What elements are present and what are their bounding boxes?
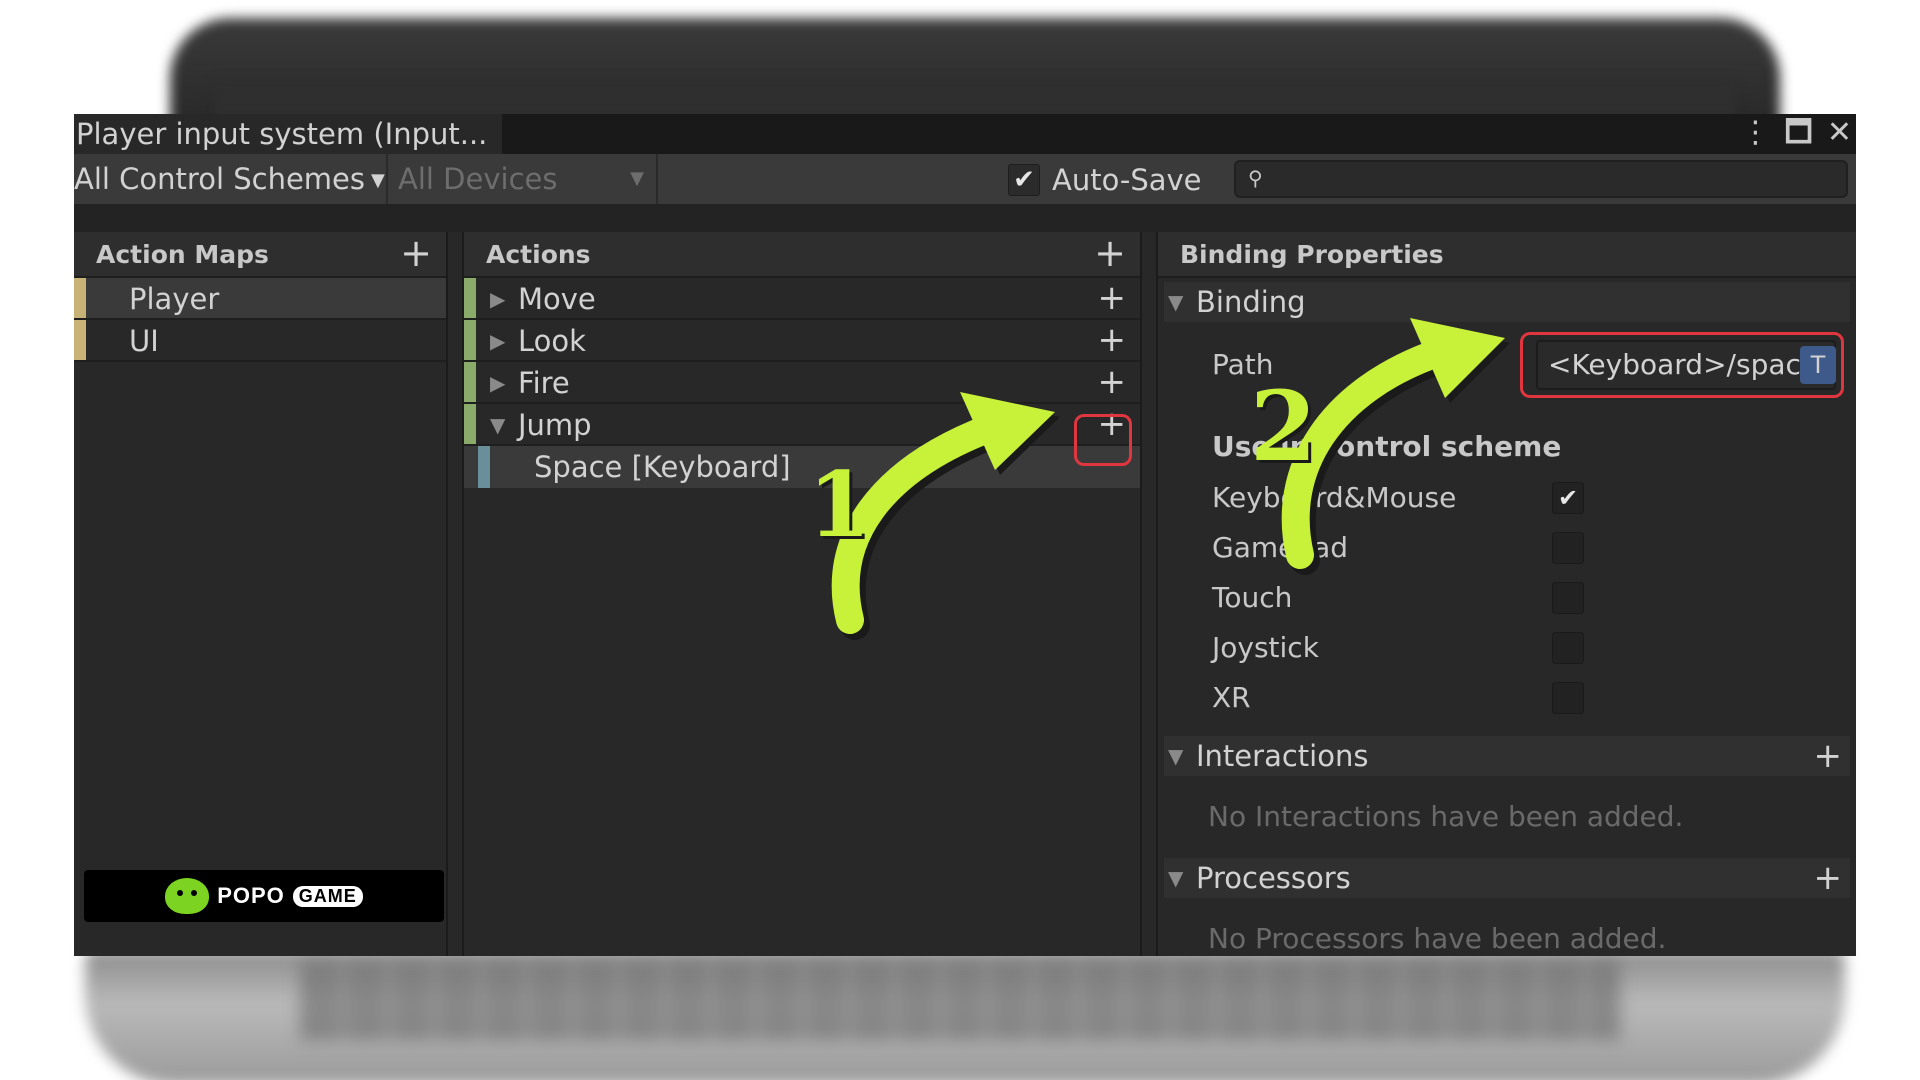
window-controls: ⋮ 🗖 ✕ <box>1740 116 1852 150</box>
binding-properties-title: Binding Properties <box>1180 240 1444 269</box>
chevron-down-icon: ▼ <box>371 170 385 191</box>
more-options-icon[interactable]: ⋮ <box>1740 116 1770 150</box>
interactions-section-header[interactable]: ▼ Interactions + <box>1164 736 1850 776</box>
scheme-label: Gamepad <box>1212 531 1349 564</box>
step-number-2: 2 <box>1250 370 1317 483</box>
action-item-jump[interactable]: ▼ Jump + <box>464 404 1140 446</box>
binding-label: Space [Keyboard] <box>534 450 791 484</box>
control-scheme-label: All Control Schemes <box>74 162 365 196</box>
input-actions-window: Player input system (Input... ⋮ 🗖 ✕ All … <box>74 114 1856 956</box>
actions-panel: Actions + ▶ Move + ▶ Look + ▶ Fire + ▼ J… <box>462 232 1142 956</box>
scheme-checkbox[interactable]: ✔ <box>1552 482 1584 514</box>
processors-section-label: Processors <box>1196 861 1351 895</box>
actions-title: Actions <box>486 240 591 269</box>
action-label: Jump <box>518 408 592 442</box>
control-scheme-dropdown[interactable]: All Control Schemes ▼ <box>74 154 386 204</box>
scheme-joystick: Joystick <box>1212 628 1612 668</box>
chevron-down-icon: ▼ <box>630 168 644 189</box>
add-binding-button[interactable]: + <box>1098 278 1127 318</box>
scheme-label: Touch <box>1212 581 1293 614</box>
action-maps-header: Action Maps + <box>74 232 446 278</box>
action-item-fire[interactable]: ▶ Fire + <box>464 362 1140 404</box>
add-action-button[interactable]: + <box>1094 232 1126 274</box>
logo-brand-suffix: GAME <box>292 885 363 907</box>
action-label: Look <box>518 324 586 358</box>
binding-properties-header: Binding Properties <box>1158 232 1856 278</box>
devices-dropdown[interactable]: All Devices ▼ <box>386 154 658 204</box>
collapse-arrow-icon[interactable]: ▼ <box>490 404 505 446</box>
action-map-color-bar <box>74 278 86 318</box>
action-item-move[interactable]: ▶ Move + <box>464 278 1140 320</box>
action-maps-title: Action Maps <box>96 240 269 269</box>
action-color-bar <box>464 320 476 360</box>
binding-section-label: Binding <box>1196 285 1306 319</box>
expand-arrow-icon[interactable]: ▶ <box>490 362 505 404</box>
add-processor-button[interactable]: + <box>1814 858 1843 898</box>
close-icon[interactable]: ✕ <box>1827 116 1852 150</box>
popogame-logo: POPO GAME <box>84 870 444 922</box>
action-map-item[interactable]: UI <box>74 320 446 362</box>
collapse-arrow-icon: ▼ <box>1168 290 1184 314</box>
toolbar: All Control Schemes ▼ All Devices ▼ ✔ Auto… <box>74 154 1856 204</box>
expand-arrow-icon[interactable]: ▶ <box>490 278 505 320</box>
add-interaction-button[interactable]: + <box>1814 736 1843 776</box>
actions-header: Actions + <box>464 232 1140 278</box>
interactions-section-label: Interactions <box>1196 739 1369 773</box>
add-binding-button[interactable]: + <box>1098 320 1127 360</box>
title-bar: Player input system (Input... ⋮ 🗖 ✕ <box>74 114 1856 154</box>
collapse-arrow-icon: ▼ <box>1168 866 1184 890</box>
scheme-label: Joystick <box>1212 631 1319 664</box>
scheme-checkbox[interactable] <box>1552 532 1584 564</box>
interactions-empty-message: No Interactions have been added. <box>1208 800 1684 833</box>
add-binding-button[interactable]: + <box>1098 362 1127 402</box>
search-input[interactable]: ⚲ <box>1234 160 1848 198</box>
laptop-keyboard <box>300 960 1620 1040</box>
step-number-1: 1 <box>808 452 871 558</box>
binding-section-header[interactable]: ▼ Binding <box>1164 282 1850 322</box>
window-tab[interactable]: Player input system (Input... <box>74 114 502 154</box>
action-map-item[interactable]: Player <box>74 278 446 320</box>
scheme-keyboard-mouse: Keyboard&Mouse ✔ <box>1212 478 1612 518</box>
search-icon: ⚲ <box>1248 166 1263 190</box>
action-map-color-bar <box>74 320 86 360</box>
action-color-bar <box>464 404 476 444</box>
popogame-mascot-icon <box>165 878 210 914</box>
collapse-arrow-icon: ▼ <box>1168 744 1184 768</box>
scheme-checkbox[interactable] <box>1552 582 1584 614</box>
highlight-path-field <box>1520 332 1844 398</box>
action-color-bar <box>464 278 476 318</box>
laptop-bezel <box>215 78 1735 118</box>
auto-save-checkbox[interactable]: ✔ <box>1008 164 1040 196</box>
scheme-touch: Touch <box>1212 578 1612 618</box>
action-map-label: Player <box>129 282 220 316</box>
devices-label: All Devices <box>398 162 558 196</box>
add-action-map-button[interactable]: + <box>400 232 432 274</box>
action-color-bar <box>464 362 476 402</box>
maximize-icon[interactable]: 🗖 <box>1784 116 1813 150</box>
scheme-label: XR <box>1212 681 1251 714</box>
binding-item[interactable]: Space [Keyboard] <box>464 446 1140 488</box>
action-map-label: UI <box>129 324 159 358</box>
expand-arrow-icon[interactable]: ▶ <box>490 320 505 362</box>
panel-gap <box>74 204 1856 232</box>
logo-brand: POPO <box>217 883 285 908</box>
action-maps-panel: Action Maps + Player UI POPO GAME <box>74 232 448 956</box>
scheme-label: Keyboard&Mouse <box>1212 481 1457 514</box>
scheme-checkbox[interactable] <box>1552 682 1584 714</box>
action-label: Move <box>518 282 596 316</box>
scheme-checkbox[interactable] <box>1552 632 1584 664</box>
processors-section-header[interactable]: ▼ Processors + <box>1164 858 1850 898</box>
action-item-look[interactable]: ▶ Look + <box>464 320 1140 362</box>
binding-color-bar <box>478 446 490 488</box>
auto-save-label: Auto-Save <box>1052 163 1202 197</box>
highlight-add-binding <box>1074 414 1132 466</box>
scheme-xr: XR <box>1212 678 1612 718</box>
action-label: Fire <box>518 366 570 400</box>
processors-empty-message: No Processors have been added. <box>1208 922 1667 955</box>
auto-save-toggle[interactable]: ✔ Auto-Save <box>1008 162 1202 198</box>
scheme-gamepad: Gamepad <box>1212 528 1612 568</box>
